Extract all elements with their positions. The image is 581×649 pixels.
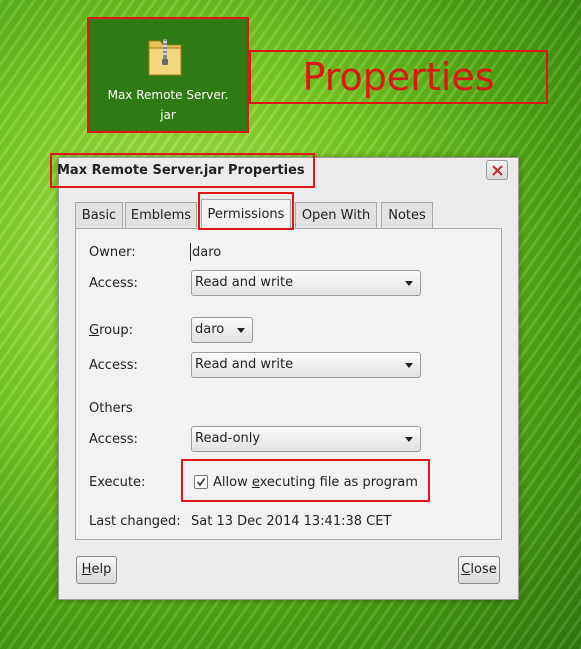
close-button[interactable]: Close [458,556,500,584]
properties-annotation: Properties [249,50,548,104]
close-icon [492,165,503,176]
group-select[interactable]: daro [191,317,253,343]
others-access-value: Read-only [195,431,261,446]
execute-label: Execute: [89,475,146,490]
group-access-value: Read and write [195,357,294,372]
tab-basic[interactable]: Basic [75,202,123,228]
group-label: Group: [89,323,133,338]
owner-access-value: Read and write [195,275,294,290]
tab-notes[interactable]: Notes [381,202,433,228]
owner-access-select[interactable]: Read and write [191,270,421,296]
chevron-down-icon [405,363,413,368]
permissions-tab-highlight [198,192,294,230]
zip-archive-folder-icon [148,39,182,76]
desktop-file-icon[interactable]: Max Remote Server. jar [87,17,249,133]
others-access-label: Access: [89,432,138,447]
tab-emblems[interactable]: Emblems [125,202,197,228]
help-button[interactable]: Help [76,556,117,584]
chevron-down-icon [237,328,245,333]
icon-label-line1: Max Remote Server. [107,88,229,102]
owner-label: Owner: [89,245,136,260]
last-changed-label: Last changed: [89,514,181,529]
group-access-label: Access: [89,358,138,373]
dialog-title-highlight: Max Remote Server.jar Properties [50,153,315,188]
desktop-icon-label: Max Remote Server. jar [93,85,243,125]
icon-label-line2: jar [160,108,176,122]
others-access-select[interactable]: Read-only [191,426,421,452]
tab-open-with[interactable]: Open With [295,202,377,228]
execute-option-highlight [181,459,430,502]
properties-annotation-text: Properties [302,55,495,99]
chevron-down-icon [405,437,413,442]
owner-access-label: Access: [89,276,138,291]
dialog-title: Max Remote Server.jar Properties [57,163,305,178]
others-label: Others [89,401,133,416]
close-window-button[interactable] [486,160,508,180]
text-cursor [190,243,191,261]
selected-file-highlight: Max Remote Server. jar [87,17,249,133]
group-access-select[interactable]: Read and write [191,352,421,378]
last-changed-value: Sat 13 Dec 2014 13:41:38 CET [191,514,392,529]
owner-value: daro [192,245,222,260]
group-value: daro [195,322,225,337]
chevron-down-icon [405,281,413,286]
